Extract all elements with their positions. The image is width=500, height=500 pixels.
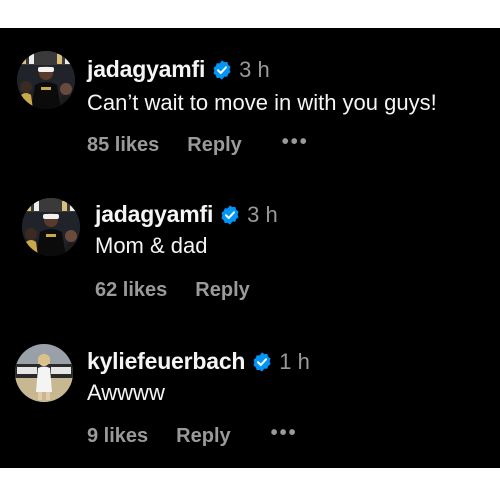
verified-badge-icon (251, 351, 273, 373)
comment-actions: 85 likes Reply ••• (87, 132, 309, 157)
likes-count[interactable]: 62 likes (95, 279, 167, 302)
reply-button[interactable]: Reply (187, 134, 241, 157)
avatar[interactable] (15, 344, 73, 402)
avatar-photo-icon (17, 51, 75, 109)
comment-item: kyliefeuerbach 1 h Awwww 9 likes Reply •… (0, 320, 500, 460)
comment-text: Can’t wait to move in with you guys! (87, 90, 437, 115)
comment-header: jadagyamfi 3 h (87, 56, 270, 83)
comment-item: jadagyamfi 3 h Mom & dad 62 likes Reply (0, 173, 500, 313)
username[interactable]: kyliefeuerbach (87, 348, 245, 375)
username[interactable]: jadagyamfi (95, 201, 213, 228)
more-options-icon[interactable]: ••• (282, 132, 309, 152)
comment-item: jadagyamfi 3 h Can’t wait to move in wit… (0, 28, 500, 168)
reply-button[interactable]: Reply (176, 425, 230, 448)
avatar-photo-icon (22, 198, 80, 256)
verified-badge-icon (211, 59, 233, 81)
avatar[interactable] (17, 51, 75, 109)
comment-text: Mom & dad (95, 233, 208, 258)
timestamp: 3 h (247, 201, 278, 227)
username[interactable]: jadagyamfi (87, 56, 205, 83)
comment-header: kyliefeuerbach 1 h (87, 348, 310, 375)
comment-header: jadagyamfi 3 h (95, 201, 278, 228)
avatar[interactable] (22, 198, 80, 256)
comment-actions: 62 likes Reply (95, 279, 250, 302)
reply-button[interactable]: Reply (195, 279, 249, 302)
comment-actions: 9 likes Reply ••• (87, 423, 298, 448)
likes-count[interactable]: 85 likes (87, 134, 159, 157)
comment-text: Awwww (87, 380, 165, 405)
timestamp: 1 h (279, 348, 310, 374)
likes-count[interactable]: 9 likes (87, 425, 148, 448)
comments-panel: jadagyamfi 3 h Can’t wait to move in wit… (0, 28, 500, 468)
timestamp: 3 h (239, 56, 270, 82)
verified-badge-icon (219, 204, 241, 226)
more-options-icon[interactable]: ••• (271, 423, 298, 443)
avatar-photo-icon (15, 344, 73, 402)
